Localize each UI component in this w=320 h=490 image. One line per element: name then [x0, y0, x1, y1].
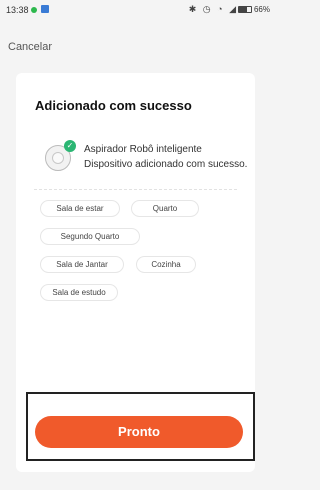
cancel-button[interactable]: Cancelar [8, 41, 52, 53]
checkmark-icon: ✓ [64, 140, 76, 152]
room-chip-quarto[interactable]: Quarto [131, 200, 199, 217]
status-bar: 13:38 ✱ ◷ ◔ ◢ 66% [0, 0, 272, 22]
done-button[interactable]: Pronto [35, 416, 243, 448]
room-chip-sala-de-estar[interactable]: Sala de estar [40, 200, 120, 217]
device-added-screen: 13:38 ✱ ◷ ◔ ◢ 66% Cancelar Adicionado co… [0, 0, 272, 490]
battery-percent: 66% [253, 5, 270, 14]
room-chip-segundo-quarto[interactable]: Segundo Quarto [40, 228, 140, 245]
notification-dot-icon [31, 7, 37, 13]
app-notification-icon [41, 5, 49, 13]
device-status: Dispositivo adicionado com sucesso. [84, 159, 248, 170]
robot-vacuum-center [52, 152, 64, 164]
device-row: ✓ Aspirador Robô inteligente Dispositivo… [16, 139, 255, 179]
divider [34, 189, 237, 190]
status-icons: ✱ ◷ ◔ ◢ [188, 4, 238, 14]
room-chip-cozinha[interactable]: Cozinha [136, 256, 196, 273]
card-title: Adicionado com sucesso [35, 98, 192, 113]
battery-icon [238, 6, 252, 13]
device-name: Aspirador Robô inteligente [84, 144, 202, 155]
room-chip-sala-de-estudo[interactable]: Sala de estudo [40, 284, 118, 301]
status-time: 13:38 [6, 5, 29, 15]
room-chip-sala-de-jantar[interactable]: Sala de Jantar [40, 256, 124, 273]
